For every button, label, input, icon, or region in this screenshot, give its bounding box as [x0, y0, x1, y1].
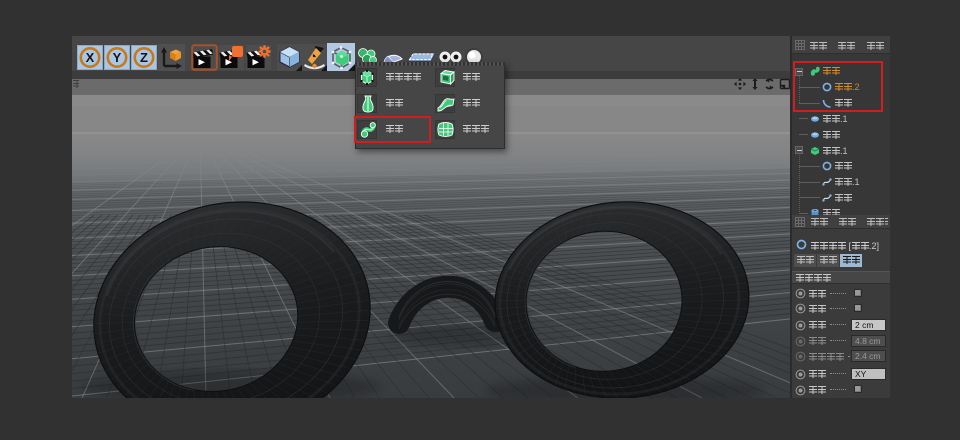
svg-text:X: X: [86, 50, 95, 65]
svg-text:Y: Y: [113, 50, 122, 65]
svg-text:Z: Z: [140, 50, 148, 65]
